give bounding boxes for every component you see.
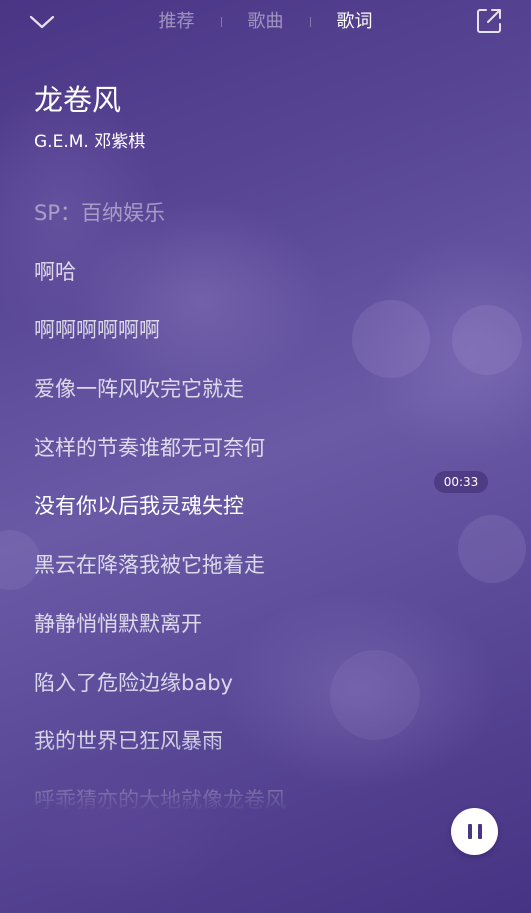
lyrics-list[interactable]: SP：百纳娱乐 啊哈 啊啊啊啊啊啊 爱像一阵风吹完它就走 这样的节奏谁都无可奈何… xyxy=(34,195,504,810)
share-external-icon xyxy=(477,9,501,33)
pause-button[interactable] xyxy=(451,808,498,855)
share-button[interactable] xyxy=(474,6,504,36)
lyric-line[interactable]: 呼乖猜亦的大地就像龙卷风 xyxy=(34,782,504,810)
tab-recommend[interactable]: 推荐 xyxy=(159,0,195,44)
tab-bar: 推荐 歌曲 歌词 xyxy=(0,0,531,44)
lyric-line[interactable]: 爱像一阵风吹完它就走 xyxy=(34,371,504,430)
lyrics-screen: 推荐 歌曲 歌词 龙卷风 G.E.M. 邓紫棋 SP：百纳娱乐 啊哈 啊啊啊啊啊啊 … xyxy=(0,0,531,913)
lyric-line[interactable]: SP：百纳娱乐 xyxy=(34,195,504,254)
song-artist: G.E.M. 邓紫棋 xyxy=(34,132,146,152)
tab-song[interactable]: 歌曲 xyxy=(248,0,284,44)
top-bar: 推荐 歌曲 歌词 xyxy=(0,0,531,44)
tab-divider xyxy=(220,17,222,27)
lyric-line[interactable]: 陷入了危险边缘baby xyxy=(34,665,504,724)
lyric-line[interactable]: 黑云在降落我被它拖着走 xyxy=(34,547,504,606)
song-title: 龙卷风 xyxy=(34,83,122,117)
lyric-line[interactable]: 我的世界已狂风暴雨 xyxy=(34,723,504,782)
tab-divider xyxy=(309,17,311,27)
lyric-line[interactable]: 静静悄悄默默离开 xyxy=(34,606,504,665)
current-time-badge: 00:33 xyxy=(434,471,488,493)
lyric-line[interactable]: 啊哈 xyxy=(34,254,504,313)
lyric-line[interactable]: 啊啊啊啊啊啊 xyxy=(34,312,504,371)
lyric-line-current[interactable]: 没有你以后我灵魂失控 xyxy=(34,488,504,547)
tab-lyrics[interactable]: 歌词 xyxy=(337,0,373,44)
